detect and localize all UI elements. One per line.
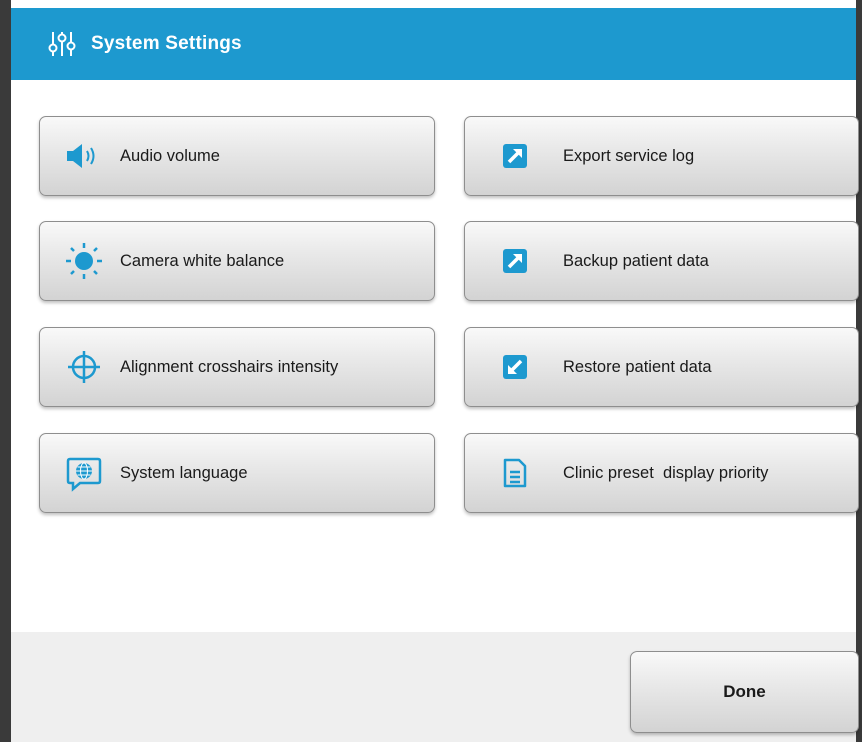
export-service-log-label: Export service log [563, 146, 695, 165]
restore-patient-data-label: Restore patient data [563, 357, 712, 376]
export-service-log-button[interactable]: Export service log [464, 116, 859, 196]
document-icon [495, 453, 535, 493]
camera-white-balance-label: Camera white balance [120, 251, 285, 270]
clinic-preset-display-priority-button[interactable]: Clinic preset display priority [464, 433, 859, 513]
globe-speech-icon [64, 453, 104, 493]
system-language-label: System language [120, 463, 248, 482]
done-label: Done [723, 682, 766, 701]
export-icon [495, 241, 535, 281]
export-icon [495, 136, 535, 176]
sliders-icon [48, 32, 76, 56]
frame-left-edge [0, 0, 11, 742]
audio-volume-label: Audio volume [120, 146, 220, 165]
restore-patient-data-button[interactable]: Restore patient data [464, 327, 859, 407]
header-bar: System Settings [11, 8, 856, 80]
page-title: System Settings [91, 33, 242, 54]
import-icon [495, 347, 535, 387]
clinic-preset-display-priority-label: Clinic preset display priority [563, 463, 769, 482]
sun-icon [64, 241, 104, 281]
crosshair-icon [64, 347, 104, 387]
system-language-button[interactable]: System language [39, 433, 435, 513]
audio-volume-button[interactable]: Audio volume [39, 116, 435, 196]
done-button[interactable]: Done [630, 651, 859, 733]
camera-white-balance-button[interactable]: Camera white balance [39, 221, 435, 301]
backup-patient-data-label: Backup patient data [563, 251, 709, 270]
alignment-crosshairs-button[interactable]: Alignment crosshairs intensity [39, 327, 435, 407]
speaker-icon [64, 136, 104, 176]
backup-patient-data-button[interactable]: Backup patient data [464, 221, 859, 301]
alignment-crosshairs-label: Alignment crosshairs intensity [120, 357, 339, 376]
